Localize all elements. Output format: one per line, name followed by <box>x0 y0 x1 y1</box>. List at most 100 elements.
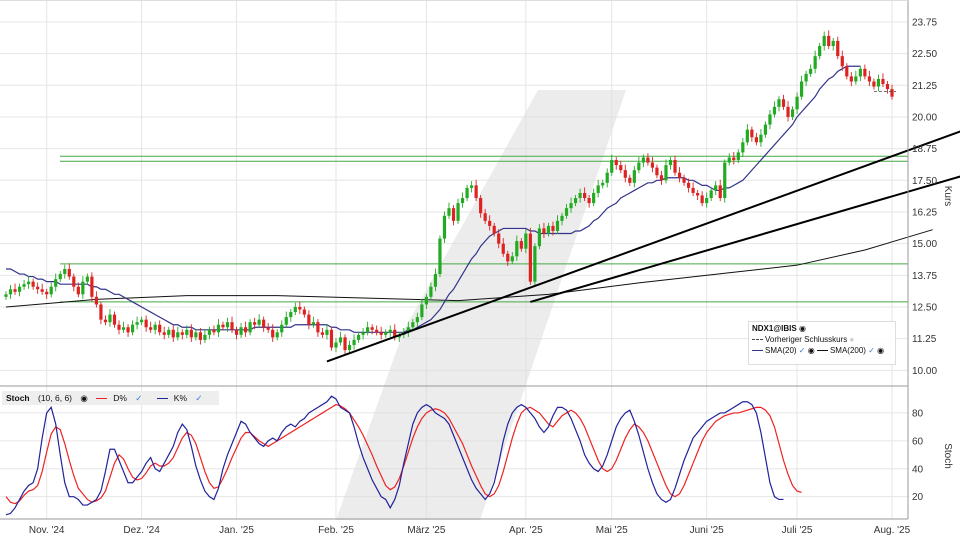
candle-body <box>361 332 365 335</box>
candle-body <box>72 276 76 287</box>
candle-body <box>818 46 822 57</box>
candle-body <box>275 332 279 338</box>
checkmark-icon: ✓ <box>195 393 203 403</box>
candle-body <box>655 167 659 176</box>
candle-body <box>863 68 867 77</box>
candle-body <box>795 96 799 110</box>
candle-body <box>632 170 636 183</box>
stoch-tick-label: 60 <box>912 436 924 447</box>
time-tick-label: Apr. '25 <box>509 525 543 536</box>
legend-item-prev-close[interactable]: Vorheriger Schlusskurs ● <box>752 334 892 345</box>
time-tick-label: Mai '25 <box>596 525 628 536</box>
candle-body <box>732 157 736 161</box>
candle-body <box>180 332 184 335</box>
candle-body <box>13 289 17 292</box>
candle-body <box>40 289 44 292</box>
candle-body <box>664 165 668 181</box>
candle-body <box>696 192 700 196</box>
legend-symbol: NDX1@IBIS <box>752 324 797 333</box>
candle-body <box>415 317 419 323</box>
candle-body <box>781 99 786 107</box>
price-tick-label: 12.50 <box>912 302 937 313</box>
legend-item-d[interactable]: D% ✓ <box>96 393 148 403</box>
candle-body <box>849 76 853 82</box>
candle-body <box>176 332 180 338</box>
candle-body <box>551 225 555 231</box>
candle-body <box>343 337 347 351</box>
candle-body <box>831 40 835 47</box>
time-tick-label: Nov. '24 <box>29 525 65 536</box>
candle-body <box>4 294 8 297</box>
candle-body <box>8 289 13 295</box>
globe-icon[interactable]: ◉ <box>80 393 87 403</box>
candle-body <box>592 192 596 204</box>
candle-body <box>447 208 451 216</box>
candle-body <box>103 319 108 323</box>
globe-icon: ◉ <box>807 346 815 355</box>
candle-body <box>185 329 189 335</box>
candle-body <box>768 114 772 125</box>
candle-body <box>356 334 361 340</box>
candle-body <box>379 332 383 335</box>
candle-body <box>809 68 813 74</box>
legend-item-sma20[interactable]: SMA(20) ✓ ◉ <box>752 346 815 355</box>
candle-body <box>216 324 221 333</box>
candle-body <box>569 203 573 209</box>
candle-body <box>167 329 171 335</box>
candle-body <box>587 198 591 204</box>
candle-body <box>628 177 632 183</box>
candle-body <box>836 40 840 57</box>
checkmark-icon: ✓ <box>868 346 875 355</box>
candle-body <box>63 268 67 275</box>
candle-body <box>858 68 862 77</box>
candle-body <box>135 322 139 325</box>
candle-body <box>479 198 483 214</box>
legend-item-k[interactable]: K% ✓ <box>156 393 209 403</box>
candle-body <box>827 35 831 47</box>
candle-body <box>488 220 492 226</box>
candle-body <box>528 233 532 282</box>
candle-body <box>352 339 356 345</box>
candle-body <box>158 324 162 333</box>
candle-body <box>501 243 505 254</box>
candle-body <box>673 160 677 173</box>
price-tick-label: 22.50 <box>912 49 937 60</box>
candle-body <box>248 322 252 333</box>
candle-body <box>311 322 315 325</box>
candle-body <box>442 215 447 239</box>
time-tick-label: Feb. '25 <box>318 525 354 536</box>
time-tick-label: Juni '25 <box>690 525 725 536</box>
line-swatch-icon <box>156 398 168 400</box>
globe-icon[interactable]: ◉ <box>799 324 806 333</box>
candle-body <box>510 256 514 262</box>
candle-body <box>723 162 727 199</box>
candle-body <box>840 56 844 67</box>
time-tick-label: März '25 <box>407 525 445 536</box>
candle-body <box>112 314 117 325</box>
candle-body <box>36 286 40 290</box>
candle-body <box>316 322 320 333</box>
candle-body <box>230 322 234 330</box>
candle-body <box>564 208 569 216</box>
candle-body <box>614 160 618 166</box>
candle-body <box>99 304 103 320</box>
candle-body <box>555 220 560 231</box>
candle-body <box>424 296 428 305</box>
checkmark-icon: ✓ <box>135 393 143 403</box>
candle-body <box>745 129 749 143</box>
candle-body <box>682 177 686 183</box>
candle-body <box>799 81 804 97</box>
price-tick-label: 18.75 <box>912 144 937 155</box>
legend-item-sma200[interactable]: SMA(200) ✓ ◉ <box>816 346 884 355</box>
candle-body <box>289 312 293 318</box>
candle-body <box>140 319 144 323</box>
time-tick-label: Dez. '24 <box>123 525 160 536</box>
candle-body <box>650 162 655 168</box>
candle-body <box>867 76 871 82</box>
candle-body <box>786 106 790 117</box>
candle-body <box>27 281 31 285</box>
candle-body <box>845 66 849 77</box>
candle-body <box>375 329 379 333</box>
candle-body <box>573 198 578 204</box>
candle-body <box>583 192 587 199</box>
